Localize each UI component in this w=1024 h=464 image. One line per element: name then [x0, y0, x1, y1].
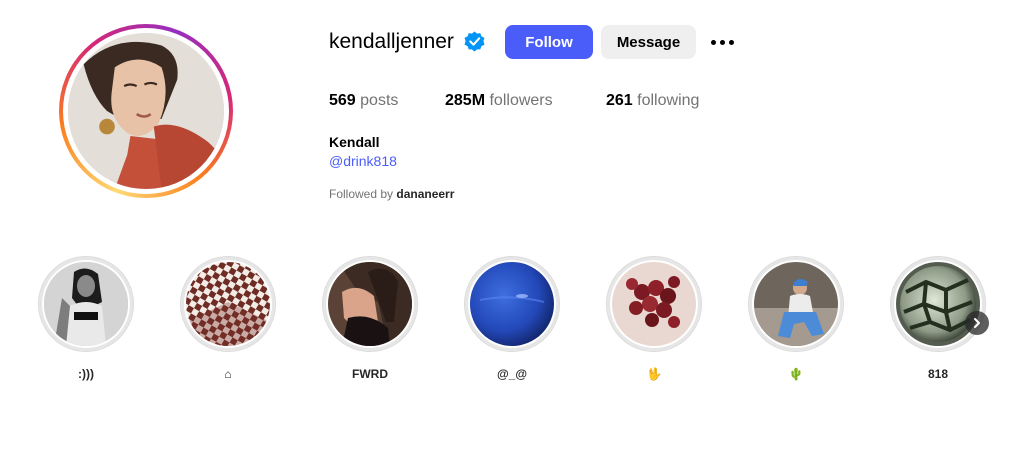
story-highlights: :))) ⌂ FWRD @_@ 🖖 🌵 818	[0, 256, 1024, 386]
highlight-item[interactable]: @_@	[464, 256, 560, 382]
highlight-ring	[748, 256, 844, 352]
sitting-person-icon	[754, 262, 838, 346]
followers-stat[interactable]: 285M followers	[445, 91, 553, 111]
checker-room-icon	[186, 262, 270, 346]
dot	[728, 39, 734, 45]
posts-stat[interactable]: 569 posts	[329, 91, 398, 111]
verified-badge-icon	[464, 31, 485, 52]
highlight-label: 🌵	[788, 367, 804, 381]
profile-full-name: Kendall	[329, 134, 380, 150]
highlight-ring	[322, 256, 418, 352]
highlight-item[interactable]: :)))	[38, 256, 134, 382]
grapes-icon	[612, 262, 696, 346]
highlight-label: @_@	[496, 367, 528, 381]
highlight-label: FWRD	[352, 367, 388, 381]
highlight-item[interactable]: FWRD	[322, 256, 418, 382]
profile-avatar[interactable]	[59, 24, 233, 198]
dot	[719, 39, 725, 45]
highlight-ring	[38, 256, 134, 352]
posts-label: posts	[360, 92, 399, 109]
neptune-icon	[470, 262, 554, 346]
highlight-ring	[180, 256, 276, 352]
highlight-item[interactable]: ⌂	[180, 256, 276, 382]
highlight-ring	[464, 256, 560, 352]
highlight-ring	[890, 256, 986, 352]
message-button[interactable]: Message	[601, 25, 696, 59]
followers-label: followers	[489, 92, 553, 109]
glass-orb-icon	[896, 262, 980, 346]
bio-link[interactable]: @drink818	[329, 153, 397, 169]
following-stat[interactable]: 261 following	[606, 91, 699, 111]
dot	[710, 39, 716, 45]
highlight-label: :)))	[78, 367, 94, 381]
profile-username: kendalljenner	[329, 30, 454, 53]
following-count: 261	[606, 92, 633, 109]
follow-button[interactable]: Follow	[505, 25, 593, 59]
avatar-inner	[63, 28, 229, 194]
following-label: following	[637, 92, 700, 109]
posts-count: 569	[329, 92, 356, 109]
followers-count: 285M	[445, 92, 486, 109]
followed-by-prefix: Followed by	[329, 187, 394, 201]
avatar-photo	[68, 33, 224, 189]
chevron-right-icon[interactable]	[965, 311, 989, 335]
highlight-label: 🖖	[646, 367, 662, 381]
bw-portrait-icon	[44, 262, 128, 346]
followed-by[interactable]: Followed by dananeerr	[329, 187, 454, 201]
more-options-icon[interactable]	[708, 32, 736, 52]
highlight-ring	[606, 256, 702, 352]
woman-dark-icon	[328, 262, 412, 346]
highlight-label: ⌂	[224, 367, 232, 381]
highlight-item[interactable]: 🖖	[606, 256, 702, 382]
highlight-label: 818	[927, 367, 949, 381]
followed-by-user: dananeerr	[396, 187, 455, 201]
highlight-item[interactable]: 🌵	[748, 256, 844, 382]
